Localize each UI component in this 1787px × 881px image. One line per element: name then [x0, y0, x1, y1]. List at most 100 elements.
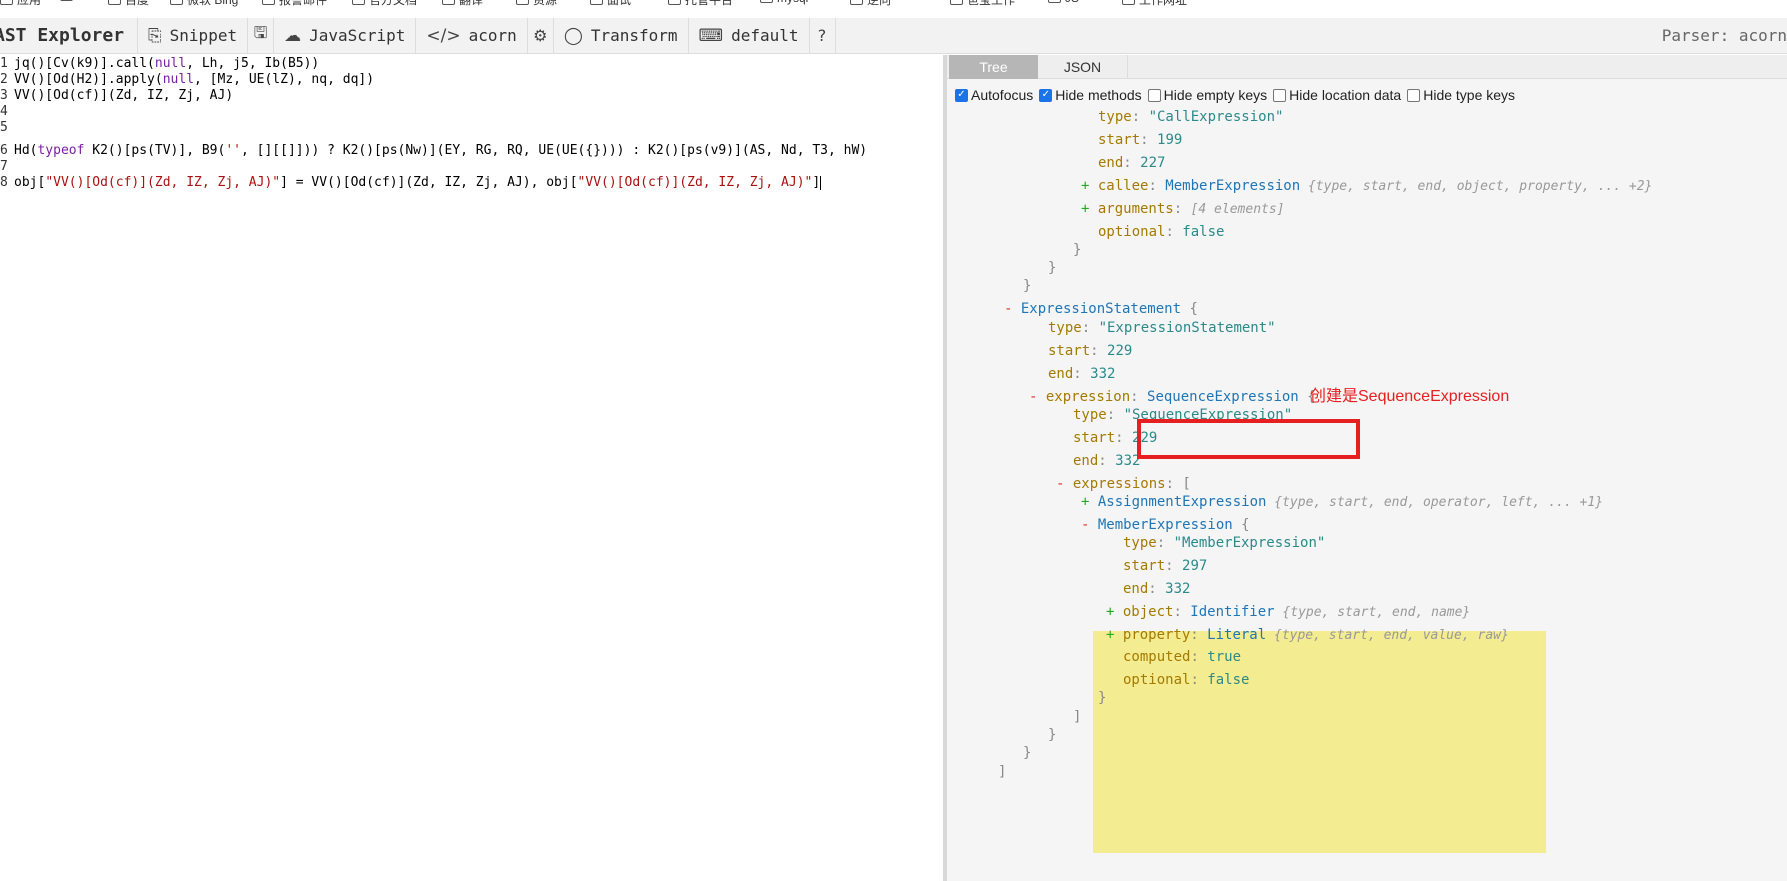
- code-line[interactable]: 3 VV()[Od(cf)](Zd, IZ, Zj, AJ): [0, 88, 233, 104]
- checkbox[interactable]: [1407, 88, 1421, 102]
- bookmark-item[interactable]: 微软 Bing: [170, 0, 238, 8]
- code-token: "VV()[Od(cf)](Zd, IZ, Zj, AJ)": [45, 175, 281, 190]
- option-hide-empty-keys[interactable]: Hide empty keys: [1147, 87, 1267, 103]
- tree-node-row[interactable]: }: [1023, 276, 1031, 296]
- tree-node-row[interactable]: + AssignmentExpression {type, start, end…: [1081, 492, 1603, 512]
- line-number: 1: [0, 56, 8, 71]
- tree-node-row[interactable]: end: 227: [1098, 153, 1165, 173]
- tree-node-row[interactable]: - ExpressionStatement {: [1004, 299, 1198, 319]
- tree-token: "CallExpression": [1148, 109, 1284, 125]
- option-hide-methods[interactable]: ✓ Hide methods: [1039, 87, 1142, 103]
- checkbox[interactable]: [1147, 88, 1161, 102]
- bookmark-item[interactable]: 工作网址: [1122, 0, 1187, 8]
- tree-node-row[interactable]: - expression: SequenceExpression {: [1029, 387, 1316, 407]
- tree-node-row[interactable]: type: "MemberExpression": [1123, 533, 1325, 553]
- expand-toggle[interactable]: -: [1029, 389, 1046, 405]
- bookmark-item[interactable]: 托管平台: [668, 0, 733, 8]
- tree-node-row[interactable]: }: [1023, 743, 1031, 763]
- bookmark-item[interactable]: 翻译: [442, 0, 483, 8]
- checkbox[interactable]: ✓: [1039, 88, 1053, 102]
- tree-node-row[interactable]: - expressions: [: [1056, 474, 1191, 494]
- bookmark-label: 翻译: [459, 0, 484, 7]
- tree-token: start: [1098, 132, 1141, 148]
- bookmark-label: 逆向: [867, 0, 892, 7]
- option-label: Autofocus: [971, 87, 1034, 103]
- option-autofocus[interactable]: ✓ Autofocus: [955, 87, 1033, 103]
- parser-select[interactable]: </> acorn: [416, 17, 528, 54]
- save-button[interactable]: 🖫: [248, 17, 275, 54]
- tree-node-row[interactable]: + property: Literal {type, start, end, v…: [1106, 625, 1509, 645]
- bookmark-item[interactable]: 资源: [516, 0, 557, 8]
- keymap-select[interactable]: ⌨ default: [689, 17, 810, 54]
- option-hide-type-keys[interactable]: Hide type keys: [1407, 87, 1515, 103]
- tree-node-row[interactable]: end: 332: [1048, 364, 1115, 384]
- bookmark-item[interactable]: JS: [1048, 0, 1079, 5]
- bookmark-label: JS: [1065, 0, 1079, 5]
- code-line[interactable]: 5: [0, 120, 14, 136]
- code-line[interactable]: 4: [0, 104, 14, 120]
- code-token: , [Mz, UE(lZ), nq, dq]): [194, 72, 375, 87]
- tree-token: Literal: [1207, 627, 1267, 643]
- tree-node-row[interactable]: }: [1073, 240, 1081, 260]
- tree-node-row[interactable]: end: 332: [1123, 579, 1190, 599]
- tree-node-row[interactable]: }: [1048, 725, 1056, 745]
- output-tabs: Tree JSON: [947, 55, 1787, 79]
- code-line[interactable]: 2 VV()[Od(H2)].apply(null, [Mz, UE(lZ), n…: [0, 72, 374, 88]
- expand-toggle[interactable]: +: [1081, 494, 1098, 510]
- line-number: 4: [0, 104, 8, 119]
- bookmark-item[interactable]: 官方文档: [352, 0, 417, 8]
- bookmark-item[interactable]: 应用: [0, 0, 41, 8]
- expand-toggle[interactable]: +: [1081, 201, 1098, 217]
- checkbox[interactable]: [1273, 88, 1287, 102]
- bookmark-item[interactable]: [60, 0, 77, 1]
- help-button[interactable]: ?: [810, 17, 836, 54]
- tree-node-row[interactable]: type: "CallExpression": [1098, 107, 1283, 127]
- tree-node-row[interactable]: }: [1098, 688, 1106, 708]
- bookmark-item[interactable]: 爸宝工作: [950, 0, 1015, 8]
- code-editor[interactable]: 1 jq()[Cv(k9)].call(null, Lh, j5, Ib(B5))…: [0, 55, 943, 881]
- tree-node-row[interactable]: ]: [1073, 707, 1081, 727]
- expand-toggle[interactable]: +: [1106, 604, 1123, 620]
- tree-node-row[interactable]: computed: true: [1123, 647, 1241, 667]
- expand-toggle[interactable]: +: [1081, 178, 1098, 194]
- tree-node-row[interactable]: start: 199: [1098, 130, 1182, 150]
- bookmark-item[interactable]: 百度: [108, 0, 149, 8]
- tree-node-row[interactable]: }: [1048, 258, 1056, 278]
- tree-token: }: [1098, 690, 1107, 706]
- code-line[interactable]: 8 obj["VV()[Od(cf)](Zd, IZ, Zj, AJ)"] = V…: [0, 175, 822, 191]
- checkbox[interactable]: ✓: [955, 88, 968, 102]
- bookmark-item[interactable]: 面试: [590, 0, 631, 8]
- code-line[interactable]: 7: [0, 159, 14, 175]
- snippet-button[interactable]: ⎘ Snippet: [138, 17, 249, 54]
- bookmark-item[interactable]: 逆向: [850, 0, 891, 8]
- tree-node-row[interactable]: - MemberExpression {: [1081, 515, 1250, 535]
- bookmark-item[interactable]: 报警邮件: [262, 0, 327, 8]
- expand-toggle[interactable]: +: [1106, 627, 1123, 643]
- parser-settings-button[interactable]: ⚙: [528, 17, 554, 54]
- parser-value: acorn: [468, 26, 517, 45]
- expand-toggle[interactable]: -: [1081, 517, 1098, 533]
- tab-json[interactable]: JSON: [1038, 55, 1128, 79]
- tree-node-row[interactable]: type: "ExpressionStatement": [1048, 318, 1276, 338]
- option-hide-location-data[interactable]: Hide location data: [1273, 87, 1401, 103]
- tree-node-row[interactable]: start: 229: [1048, 341, 1132, 361]
- tree-node-row[interactable]: + object: Identifier {type, start, end, …: [1106, 602, 1470, 622]
- code-line[interactable]: 6 Hd(typeof K2()[ps(TV)], B9('', [][[]]))…: [0, 143, 867, 159]
- tree-node-row[interactable]: end: 332: [1073, 451, 1140, 471]
- line-number: 6: [0, 143, 8, 158]
- code-line[interactable]: 1 jq()[Cv(k9)].call(null, Lh, j5, Ib(B5)): [0, 56, 319, 72]
- tab-tree[interactable]: Tree: [949, 55, 1038, 79]
- tree-node-row[interactable]: optional: false: [1098, 222, 1224, 242]
- toolbar: AST Explorer ⎘ Snippet 🖫 ☁ JavaScript </…: [0, 17, 1787, 54]
- tree-node-row[interactable]: ]: [998, 762, 1006, 782]
- language-select[interactable]: ☁ JavaScript: [274, 17, 417, 54]
- tree-node-row[interactable]: optional: false: [1123, 670, 1249, 690]
- expand-toggle[interactable]: -: [1004, 301, 1021, 317]
- tree-node-row[interactable]: start: 297: [1123, 556, 1207, 576]
- tree-node-row[interactable]: + arguments: [4 elements]: [1081, 199, 1285, 219]
- line-number: 3: [0, 88, 8, 103]
- bookmark-item[interactable]: mysql: [760, 0, 808, 5]
- transform-toggle[interactable]: ◯ Transform: [554, 17, 689, 54]
- tree-node-row[interactable]: + callee: MemberExpression {type, start,…: [1081, 176, 1652, 196]
- expand-toggle[interactable]: -: [1056, 476, 1073, 492]
